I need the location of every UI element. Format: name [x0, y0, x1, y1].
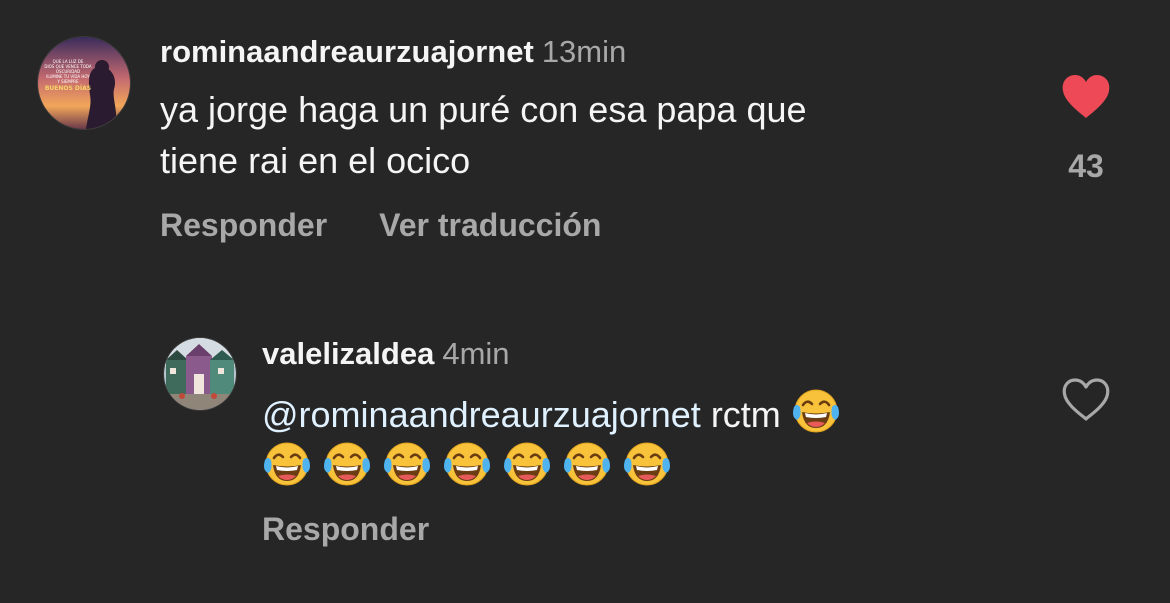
- avatar-caption-6: BUENOS DÍAS: [45, 84, 91, 92]
- reply-button[interactable]: Responder: [262, 511, 429, 547]
- comment-text: ya jorge haga un puré con esa papa que t…: [160, 84, 1020, 186]
- face-with-tears-of-joy-emoji: [562, 440, 612, 490]
- comment-text: @rominaandreaurzuajornet rctm: [262, 387, 982, 493]
- face-with-tears-of-joy-emoji: [502, 440, 552, 490]
- emoji-group-rest: [262, 440, 982, 493]
- comment-header: rominaandreaurzuajornet 13min: [160, 34, 626, 70]
- comment-header: valelizaldea 4min: [262, 336, 510, 372]
- avatar[interactable]: [163, 337, 237, 411]
- comment-actions: Responder: [262, 511, 429, 548]
- comment-text-line-2: tiene rai en el ocico: [160, 140, 471, 181]
- face-with-tears-of-joy-emoji: [791, 387, 841, 437]
- avatar-caption-5: Y SIEMPRE: [56, 79, 79, 84]
- heart-filled-icon: [1062, 75, 1110, 118]
- comment-text-line-1: ya jorge haga un puré con esa papa que: [160, 89, 807, 130]
- face-with-tears-of-joy-emoji: [622, 440, 672, 490]
- comment-word: rctm: [710, 394, 781, 435]
- comment-text-line-1: @rominaandreaurzuajornet rctm: [262, 387, 982, 440]
- heart-outline-icon: [1062, 378, 1110, 421]
- like-button[interactable]: [1061, 74, 1111, 120]
- emoji-group-first: [791, 389, 851, 435]
- face-with-tears-of-joy-emoji: [322, 440, 372, 490]
- comment-2-reply: valelizaldea 4min @rominaandreaurzuajorne…: [0, 300, 1170, 603]
- timestamp: 4min: [442, 336, 510, 371]
- face-with-tears-of-joy-emoji: [442, 440, 492, 490]
- avatar[interactable]: QUE LA LUZ DE DIOS QUE VENCE TODA OSCURI…: [37, 36, 131, 130]
- like-count: 43: [1068, 148, 1104, 184]
- face-with-tears-of-joy-emoji: [262, 440, 312, 490]
- like-button[interactable]: [1061, 377, 1111, 423]
- reply-button[interactable]: Responder: [160, 207, 327, 243]
- timestamp: 13min: [541, 34, 627, 69]
- username[interactable]: rominaandreaurzuajornet: [160, 34, 534, 69]
- avatar-image: [164, 338, 236, 410]
- face-with-tears-of-joy-emoji: [382, 440, 432, 490]
- username[interactable]: valelizaldea: [262, 336, 434, 371]
- comment-1: QUE LA LUZ DE DIOS QUE VENCE TODA OSCURI…: [0, 0, 1170, 280]
- avatar-image: QUE LA LUZ DE DIOS QUE VENCE TODA OSCURI…: [38, 37, 130, 129]
- see-translation-button[interactable]: Ver traducción: [379, 207, 601, 243]
- user-mention[interactable]: @rominaandreaurzuajornet: [262, 394, 701, 435]
- comment-actions: Responder Ver traducción: [160, 207, 601, 244]
